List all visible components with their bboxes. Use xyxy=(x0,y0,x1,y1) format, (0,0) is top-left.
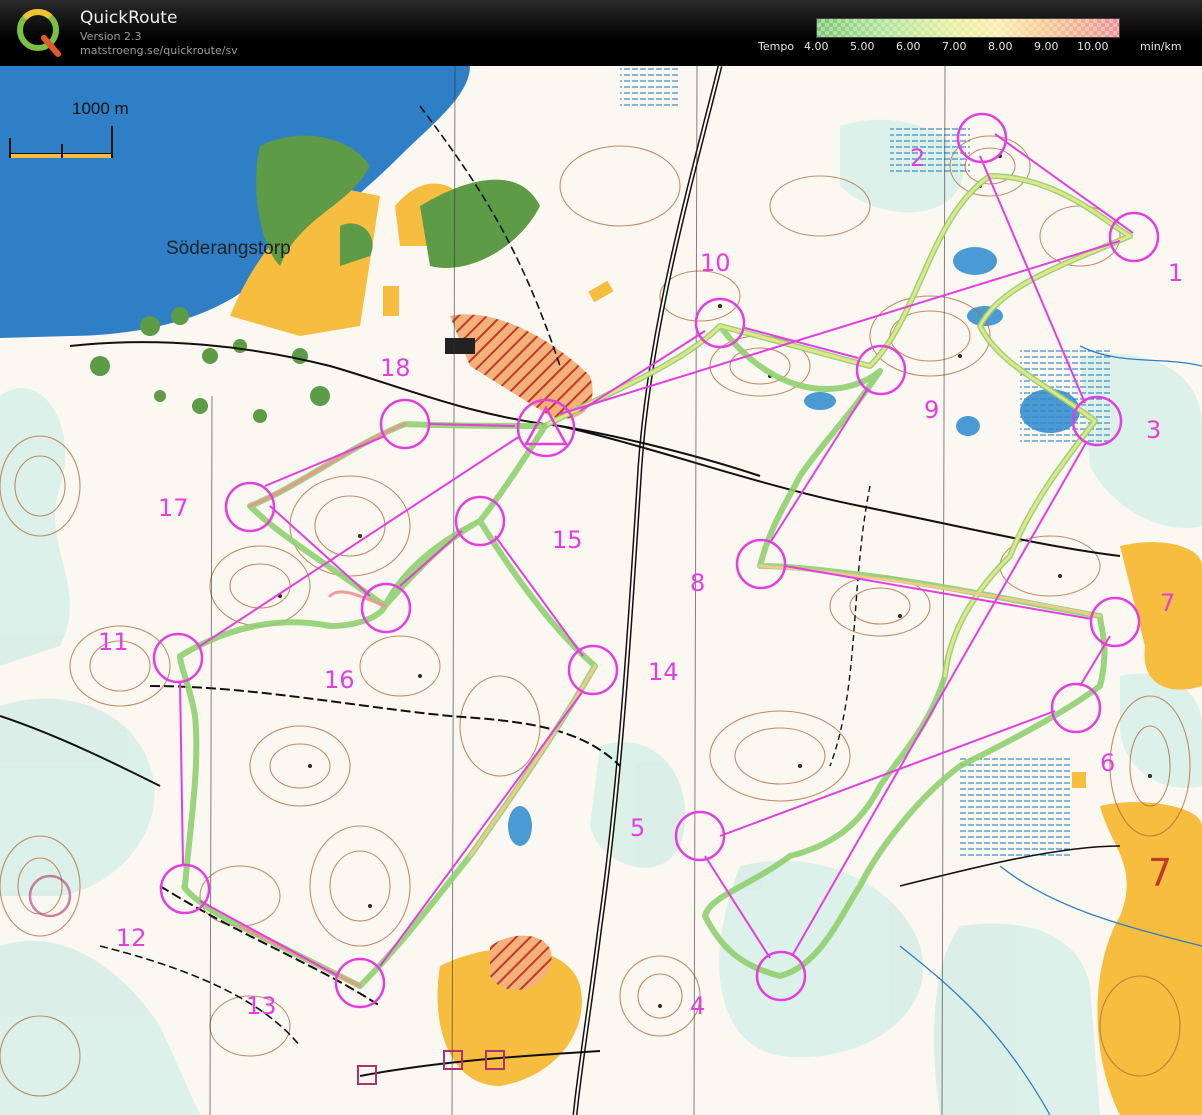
tempo-color-scale xyxy=(816,18,1120,38)
tempo-tick: 9.00 xyxy=(1034,40,1059,53)
control-number: 4 xyxy=(690,992,705,1020)
control-number: 15 xyxy=(552,526,583,554)
place-name-label: Söderangstorp xyxy=(166,238,291,259)
control-number: 18 xyxy=(380,354,411,382)
control-number: 17 xyxy=(158,494,189,522)
control-number: 10 xyxy=(700,249,731,277)
header-bar: QuickRoute Version 2.3 matstroeng.se/qui… xyxy=(0,0,1202,66)
scale-label: 1000 m xyxy=(72,99,129,118)
control-number: 14 xyxy=(648,658,679,686)
tempo-tick: 4.00 xyxy=(804,40,829,53)
tempo-tick: 8.00 xyxy=(988,40,1013,53)
map-feature-number: 7 xyxy=(1148,851,1172,895)
control-number: 1 xyxy=(1168,259,1183,287)
tempo-tick: 5.00 xyxy=(850,40,875,53)
building xyxy=(445,338,475,354)
control-number: 12 xyxy=(116,924,147,952)
tempo-tick: 10.00 xyxy=(1077,40,1109,53)
app-url: matstroeng.se/quickroute/sv xyxy=(80,44,238,57)
control-number: 2 xyxy=(910,144,925,172)
control-number: 3 xyxy=(1146,416,1161,444)
tempo-tick: 6.00 xyxy=(896,40,921,53)
tempo-tick: 7.00 xyxy=(942,40,967,53)
control-number: 11 xyxy=(98,628,129,656)
tempo-label: Tempo xyxy=(758,40,795,53)
app-title: QuickRoute xyxy=(80,8,178,28)
control-number: 16 xyxy=(324,666,355,694)
control-number: 7 xyxy=(1160,589,1175,617)
tempo-unit: min/km xyxy=(1140,40,1182,53)
control-number: 5 xyxy=(630,814,645,842)
control-number: 6 xyxy=(1100,749,1115,777)
control-number: 13 xyxy=(246,992,277,1020)
control-number: 8 xyxy=(690,569,705,597)
app-version: Version 2.3 xyxy=(80,30,142,43)
control-number: 9 xyxy=(924,396,939,424)
orienteering-map[interactable]: 1 2 3 4 5 6 7 8 9 10 11 12 13 14 15 16 1… xyxy=(0,66,1202,1115)
quickroute-logo-icon xyxy=(17,9,61,57)
